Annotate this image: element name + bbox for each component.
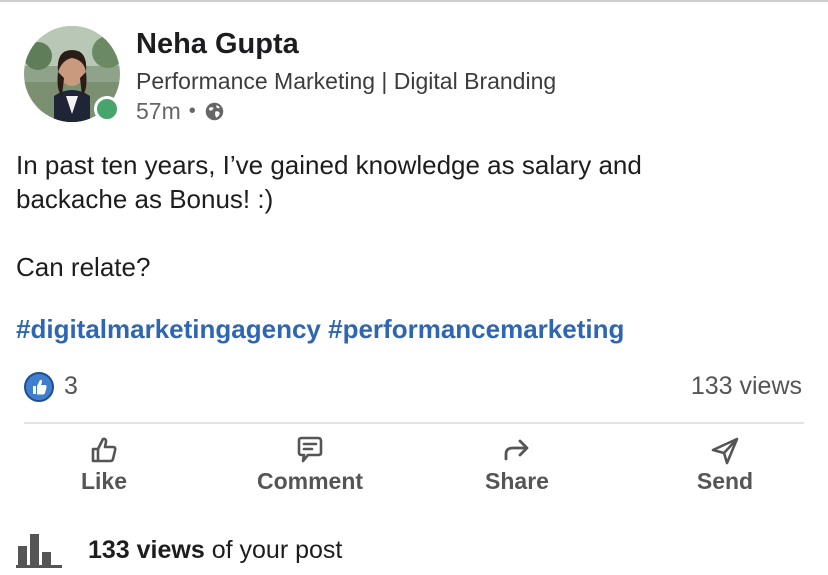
meta-separator: • <box>188 100 196 122</box>
send-button[interactable]: Send <box>650 434 800 500</box>
share-label: Share <box>485 468 549 494</box>
author-name[interactable]: Neha Gupta <box>136 28 299 61</box>
share-button[interactable]: Share <box>442 434 592 500</box>
like-button[interactable]: Like <box>29 434 179 500</box>
action-bar: Like Comment Share Send <box>0 434 828 504</box>
hashtag-link[interactable]: #performancemarketing <box>328 314 624 344</box>
hashtags: #digitalmarketingagency #performancemark… <box>16 314 624 345</box>
comment-icon <box>297 436 323 463</box>
share-arrow-icon <box>504 439 529 461</box>
post-body: In past ten years, I’ve gained knowledge… <box>16 148 806 284</box>
actions-divider <box>24 422 804 424</box>
post-meta: 57m • <box>136 98 225 125</box>
like-label: Like <box>80 468 128 494</box>
post-text-line: Can relate? <box>16 252 151 282</box>
analytics-text: 133 views of your post <box>88 536 342 565</box>
top-divider <box>0 0 828 2</box>
views-count[interactable]: 133 views <box>691 372 802 401</box>
bar-chart-icon <box>16 534 62 568</box>
analytics-views: 133 views <box>88 535 205 564</box>
hashtag-link[interactable]: #digitalmarketingagency <box>16 314 321 344</box>
post-text-line: backache as Bonus! :) <box>16 184 274 214</box>
reaction-count[interactable]: 3 <box>64 372 78 401</box>
post-text-line: In past ten years, I’ve gained knowledge… <box>16 150 642 180</box>
post-time: 57m <box>136 98 181 124</box>
comment-button[interactable]: Comment <box>235 434 385 500</box>
online-status-indicator <box>94 96 120 122</box>
globe-icon <box>205 102 224 121</box>
send-label: Send <box>696 468 754 494</box>
social-counts: 3 133 views <box>24 370 804 404</box>
author-headline: Performance Marketing | Digital Branding <box>136 68 557 94</box>
thumbs-up-icon <box>91 437 117 463</box>
send-icon <box>711 437 739 465</box>
like-reaction-icon[interactable] <box>24 372 54 402</box>
comment-label: Comment <box>256 468 364 494</box>
post-analytics[interactable]: 133 views of your post <box>16 530 806 570</box>
post-header: Neha Gupta Performance Marketing | Digit… <box>24 26 804 126</box>
analytics-suffix: of your post <box>204 535 343 564</box>
